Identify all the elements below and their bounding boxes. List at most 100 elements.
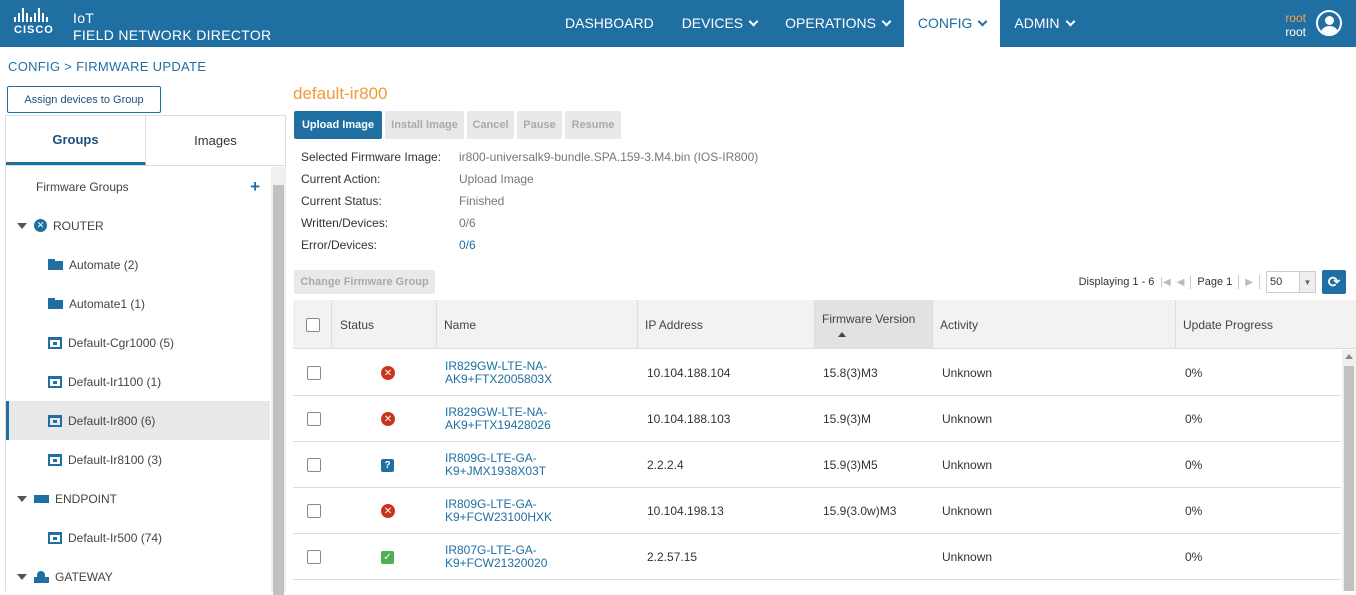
- group-label: Automate1 (1): [69, 296, 146, 311]
- info-label: Current Action:: [301, 172, 381, 186]
- add-group-plus-icon[interactable]: +: [250, 177, 260, 197]
- col-ip-address[interactable]: IP Address: [638, 300, 815, 349]
- table-row[interactable]: ✕ IR829GW-LTE-NA- AK9+FTX2005803X 10.104.…: [293, 350, 1341, 396]
- tree-item-default-ir8100[interactable]: Default-Ir8100 (3): [6, 440, 270, 479]
- prev-page-icon[interactable]: ◀: [1177, 277, 1185, 288]
- endpoint-icon: [34, 494, 49, 503]
- tree-item-automate1[interactable]: Automate1 (1): [6, 284, 270, 323]
- nav-dashboard-label: DASHBOARD: [565, 15, 654, 31]
- scroll-up-icon[interactable]: [1345, 354, 1353, 359]
- folder-icon: [48, 259, 63, 270]
- refresh-icon[interactable]: ⟳: [1322, 270, 1346, 294]
- firmware-groups-label: Firmware Groups: [36, 179, 129, 194]
- status-cell: ✕: [381, 350, 395, 396]
- panel-tabs: Groups Images: [6, 116, 285, 166]
- tree-item-automate[interactable]: Automate (2): [6, 245, 270, 284]
- tree-item-default-cgr1000[interactable]: Default-Cgr1000 (5): [6, 323, 270, 362]
- table-row[interactable]: ✕ IR829GW-LTE-NA- AK9+FTX19428026 10.104.…: [293, 396, 1341, 442]
- col-name[interactable]: Name: [437, 300, 638, 349]
- table-row[interactable]: ✕ IR809G-LTE-GA- K9+FCW23100HXK 10.104.19…: [293, 488, 1341, 534]
- caret-down-icon[interactable]: [17, 573, 27, 580]
- assign-devices-button[interactable]: Assign devices to Group: [7, 86, 161, 113]
- user-role: root: [1285, 25, 1306, 39]
- next-page-icon[interactable]: ▶: [1245, 277, 1253, 288]
- group-icon: [48, 414, 62, 427]
- app-title-line1: IoT: [73, 10, 95, 26]
- row-checkbox[interactable]: [307, 458, 321, 472]
- tree-scrollbar-thumb[interactable]: [273, 185, 284, 595]
- unknown-status-icon: ?: [381, 458, 394, 472]
- activity-cell: Unknown: [942, 458, 993, 472]
- tree-scrollbar[interactable]: [271, 167, 286, 595]
- tree-node-gateway[interactable]: GATEWAY: [6, 557, 270, 592]
- pause-button[interactable]: Pause: [517, 111, 562, 139]
- user-menu[interactable]: root root: [1285, 11, 1306, 39]
- table-row[interactable]: ? IR809G-LTE-GA- K9+JMX1938X03T 2.2.2.4 1…: [293, 442, 1341, 488]
- tab-images[interactable]: Images: [146, 116, 285, 165]
- resume-button[interactable]: Resume: [565, 111, 621, 139]
- group-label: Default-Ir500 (74): [68, 530, 163, 545]
- user-avatar-icon[interactable]: [1316, 10, 1342, 36]
- nav-admin-label: ADMIN: [1014, 15, 1060, 31]
- page-size-select[interactable]: 50 ▼: [1266, 271, 1316, 293]
- tree-item-default-ir1100[interactable]: Default-Ir1100 (1): [6, 362, 270, 401]
- info-row-current-action: Current Action: Upload Image: [301, 172, 758, 194]
- group-icon: [48, 531, 62, 544]
- nav-operations[interactable]: OPERATIONS: [771, 0, 904, 47]
- tree-node-router[interactable]: ✕ ROUTER: [6, 206, 270, 245]
- name-line: K9+FCW23100HXK: [445, 510, 553, 524]
- activity-cell: Unknown: [942, 412, 993, 426]
- row-checkbox[interactable]: [307, 504, 321, 518]
- install-image-button[interactable]: Install Image: [385, 111, 464, 139]
- ip-cell: 10.104.188.104: [647, 366, 731, 380]
- chevron-down-icon[interactable]: ▼: [1299, 272, 1315, 292]
- info-value: Finished: [459, 194, 505, 208]
- caret-down-icon[interactable]: [17, 495, 27, 502]
- table-scrollbar[interactable]: [1342, 350, 1356, 591]
- devices-table: Status Name IP Address Firmware Version …: [293, 300, 1356, 591]
- pagination: Displaying 1 - 6 |◀ ◀ Page 1 ▶ 50 ▼ ⟳: [1079, 270, 1346, 294]
- error-devices-link[interactable]: 0/6: [459, 238, 476, 260]
- row-checkbox[interactable]: [307, 550, 321, 564]
- firmware-info: Selected Firmware Image: ir800-universal…: [301, 150, 758, 260]
- col-status[interactable]: Status: [333, 300, 437, 349]
- row-checkbox[interactable]: [307, 412, 321, 426]
- device-name-link[interactable]: IR829GW-LTE-NA- AK9+FTX19428026: [445, 396, 595, 442]
- separator: [1190, 275, 1192, 289]
- check-status-icon: ✓: [381, 550, 394, 564]
- col-update-progress[interactable]: Update Progress: [1176, 300, 1356, 349]
- tree-item-default-ir800[interactable]: Default-Ir800 (6): [6, 401, 270, 440]
- cancel-button[interactable]: Cancel: [467, 111, 514, 139]
- device-name-link[interactable]: IR807G-LTE-GA- K9+FCW21320020: [445, 534, 595, 580]
- tree-node-endpoint[interactable]: ENDPOINT: [6, 479, 270, 518]
- col-firmware-label: Firmware Version: [822, 312, 916, 326]
- nav-admin[interactable]: ADMIN: [1000, 0, 1087, 47]
- upload-image-button[interactable]: Upload Image: [294, 111, 382, 139]
- name-line: K9+FCW21320020: [445, 556, 548, 570]
- change-firmware-group-button[interactable]: Change Firmware Group: [294, 270, 435, 294]
- status-cell: ✕: [381, 396, 395, 442]
- group-icon: [48, 453, 62, 466]
- name-line: AK9+FTX19428026: [445, 418, 551, 432]
- device-name-link[interactable]: IR809G-LTE-GA- K9+FCW23100HXK: [445, 488, 595, 534]
- first-page-icon[interactable]: |◀: [1160, 277, 1170, 288]
- activity-cell: Unknown: [942, 550, 993, 564]
- progress-cell: 0%: [1185, 412, 1203, 426]
- nav-devices[interactable]: DEVICES: [668, 0, 771, 47]
- table-row[interactable]: ✓ IR807G-LTE-GA- K9+FCW21320020 2.2.57.15…: [293, 534, 1341, 580]
- tab-groups[interactable]: Groups: [6, 116, 146, 165]
- device-name-link[interactable]: IR809G-LTE-GA- K9+JMX1938X03T: [445, 442, 595, 488]
- col-activity[interactable]: Activity: [933, 300, 1176, 349]
- info-row-current-status: Current Status: Finished: [301, 194, 758, 216]
- info-label: Error/Devices:: [301, 238, 378, 252]
- caret-down-icon[interactable]: [17, 222, 27, 229]
- row-checkbox[interactable]: [307, 366, 321, 380]
- col-firmware-version[interactable]: Firmware Version: [815, 300, 933, 349]
- ip-cell: 2.2.57.15: [647, 550, 698, 564]
- nav-dashboard[interactable]: DASHBOARD: [551, 0, 668, 47]
- nav-config[interactable]: CONFIG: [903, 0, 1001, 47]
- device-name-link[interactable]: IR829GW-LTE-NA- AK9+FTX2005803X: [445, 350, 595, 396]
- tree-item-default-ir500[interactable]: Default-Ir500 (74): [6, 518, 270, 557]
- select-all-checkbox[interactable]: [306, 317, 320, 332]
- table-scrollbar-thumb[interactable]: [1344, 366, 1354, 591]
